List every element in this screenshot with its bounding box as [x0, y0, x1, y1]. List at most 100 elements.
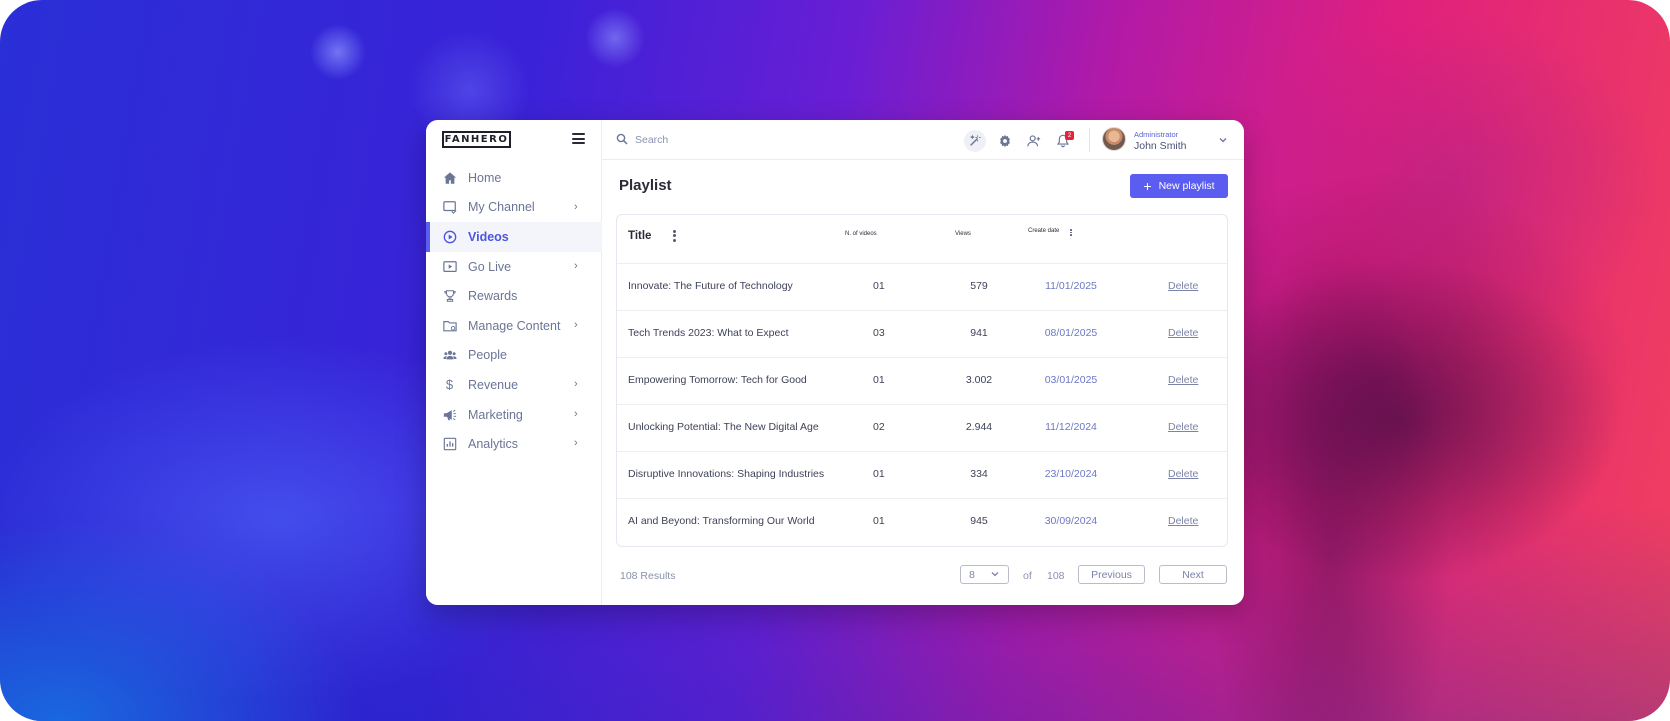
avatar[interactable]: [1102, 127, 1126, 151]
table-row: Unlocking Potential: The New Digital Age…: [617, 405, 1227, 452]
sidebar-item-revenue[interactable]: $ Revenue ›: [426, 370, 602, 400]
channel-icon: [442, 200, 457, 215]
user-role: Administrator: [1134, 130, 1179, 139]
results-count: 108 Results: [620, 570, 676, 582]
table-row: Innovate: The Future of Technology 01 57…: [617, 264, 1227, 311]
sidebar-item-analytics[interactable]: Analytics ›: [426, 429, 602, 459]
sidebar-item-label: Analytics: [468, 437, 519, 452]
row-date: 30/09/2024: [1044, 515, 1098, 527]
row-title: Innovate: The Future of Technology: [628, 280, 793, 292]
sidebar-item-videos[interactable]: Videos: [426, 222, 602, 252]
total-pages: 108: [1047, 570, 1065, 582]
sidebar-item-label: Revenue: [468, 377, 519, 392]
topbar-divider: [1089, 128, 1090, 152]
megaphone-icon: [442, 407, 457, 422]
sidebar-item-my-channel[interactable]: My Channel ›: [426, 193, 602, 223]
delete-link[interactable]: Delete: [1168, 327, 1198, 339]
row-date: 11/12/2024: [1045, 421, 1097, 433]
row-videos: 03: [873, 327, 885, 339]
notification-badge: 2: [1065, 131, 1074, 140]
page-title: Playlist: [619, 177, 672, 194]
new-playlist-label: New playlist: [1158, 180, 1215, 192]
row-date: 08/01/2025: [1044, 327, 1098, 339]
plus-icon: +: [1143, 178, 1152, 194]
column-header-title[interactable]: Title: [628, 230, 651, 242]
menu-toggle-icon[interactable]: [572, 133, 585, 144]
per-page-value: 8: [969, 568, 975, 581]
chevron-right-icon: ›: [574, 378, 578, 391]
row-views: 941: [970, 327, 988, 339]
app-window: FANHERO Home My Channel › Videos Go Live…: [426, 120, 1244, 605]
search-input[interactable]: [635, 130, 895, 150]
date-options-icon[interactable]: [1068, 228, 1074, 238]
row-views: 3.002: [965, 374, 993, 386]
row-title: Tech Trends 2023: What to Expect: [628, 327, 789, 339]
row-videos: 01: [873, 515, 885, 527]
playlist-table: Title N. of videos Views Create date Inn…: [616, 214, 1228, 547]
sidebar-item-home[interactable]: Home: [426, 163, 602, 193]
sidebar-item-manage-content[interactable]: Manage Content ›: [426, 311, 602, 341]
row-videos: 01: [873, 468, 885, 480]
analytics-icon: [442, 437, 457, 452]
column-options-icon[interactable]: [669, 228, 679, 244]
sidebar-item-label: People: [468, 348, 507, 363]
delete-link[interactable]: Delete: [1168, 374, 1198, 386]
people-icon: [442, 348, 457, 363]
row-title: AI and Beyond: Transforming Our World: [628, 515, 815, 527]
table-row: Empowering Tomorrow: Tech for Good 01 3.…: [617, 358, 1227, 405]
column-header-date[interactable]: Create date: [1028, 228, 1059, 234]
dollar-icon: $: [445, 377, 454, 393]
row-views: 579: [970, 280, 988, 292]
row-title: Unlocking Potential: The New Digital Age: [628, 421, 819, 433]
row-views: 945: [970, 515, 988, 527]
trophy-icon: [442, 289, 457, 304]
of-label: of: [1023, 570, 1032, 582]
notifications-bell-icon[interactable]: 2: [1052, 130, 1074, 152]
gear-icon[interactable]: [994, 130, 1016, 152]
row-date: 23/10/2024: [1044, 468, 1098, 480]
row-title: Disruptive Innovations: Shaping Industri…: [628, 468, 825, 480]
delete-link[interactable]: Delete: [1168, 468, 1198, 480]
table-row: Tech Trends 2023: What to Expect 03 941 …: [617, 311, 1227, 358]
search-icon: [616, 133, 628, 145]
chevron-down-icon[interactable]: [1218, 135, 1228, 145]
sidebar-item-people[interactable]: People: [426, 341, 602, 371]
delete-link[interactable]: Delete: [1168, 280, 1198, 292]
magic-wand-icon[interactable]: [964, 130, 986, 152]
sidebar-nav: Home My Channel › Videos Go Live › Rewar…: [426, 163, 602, 459]
add-user-icon[interactable]: [1023, 130, 1045, 152]
row-date: 11/01/2025: [1045, 280, 1097, 292]
top-bar: 2 Administrator John Smith: [602, 120, 1244, 160]
chevron-right-icon: ›: [574, 259, 578, 272]
previous-button[interactable]: Previous: [1078, 565, 1145, 584]
table-row: AI and Beyond: Transforming Our World 01…: [617, 499, 1227, 546]
sidebar: FANHERO Home My Channel › Videos Go Live…: [426, 120, 602, 605]
column-header-views[interactable]: Views: [955, 231, 971, 237]
new-playlist-button[interactable]: + New playlist: [1130, 174, 1228, 198]
chevron-down-icon: [991, 572, 999, 577]
delete-link[interactable]: Delete: [1168, 421, 1198, 433]
home-icon: [442, 170, 457, 185]
column-header-videos[interactable]: N. of videos: [845, 231, 877, 237]
per-page-select[interactable]: 8: [960, 565, 1009, 584]
live-icon: [442, 259, 457, 274]
sidebar-item-label: My Channel: [468, 200, 535, 215]
sidebar-item-marketing[interactable]: Marketing ›: [426, 400, 602, 430]
row-videos: 01: [873, 280, 885, 292]
sidebar-item-label: Rewards: [468, 289, 518, 304]
sidebar-item-label: Marketing: [468, 407, 523, 422]
delete-link[interactable]: Delete: [1168, 515, 1198, 527]
sidebar-item-go-live[interactable]: Go Live ›: [426, 252, 602, 282]
sidebar-item-rewards[interactable]: Rewards: [426, 281, 602, 311]
sidebar-item-label: Go Live: [468, 259, 512, 274]
next-button[interactable]: Next: [1159, 565, 1227, 584]
sidebar-item-label: Home: [468, 170, 502, 185]
user-name[interactable]: John Smith: [1134, 140, 1187, 152]
play-circle-icon: [442, 229, 457, 244]
row-views: 334: [970, 468, 988, 480]
table-header: Title N. of videos Views Create date: [617, 215, 1227, 264]
fanhero-logo: FANHERO: [442, 131, 511, 148]
row-title: Empowering Tomorrow: Tech for Good: [628, 374, 807, 386]
folder-icon: [442, 318, 457, 333]
row-date: 03/01/2025: [1044, 374, 1098, 386]
